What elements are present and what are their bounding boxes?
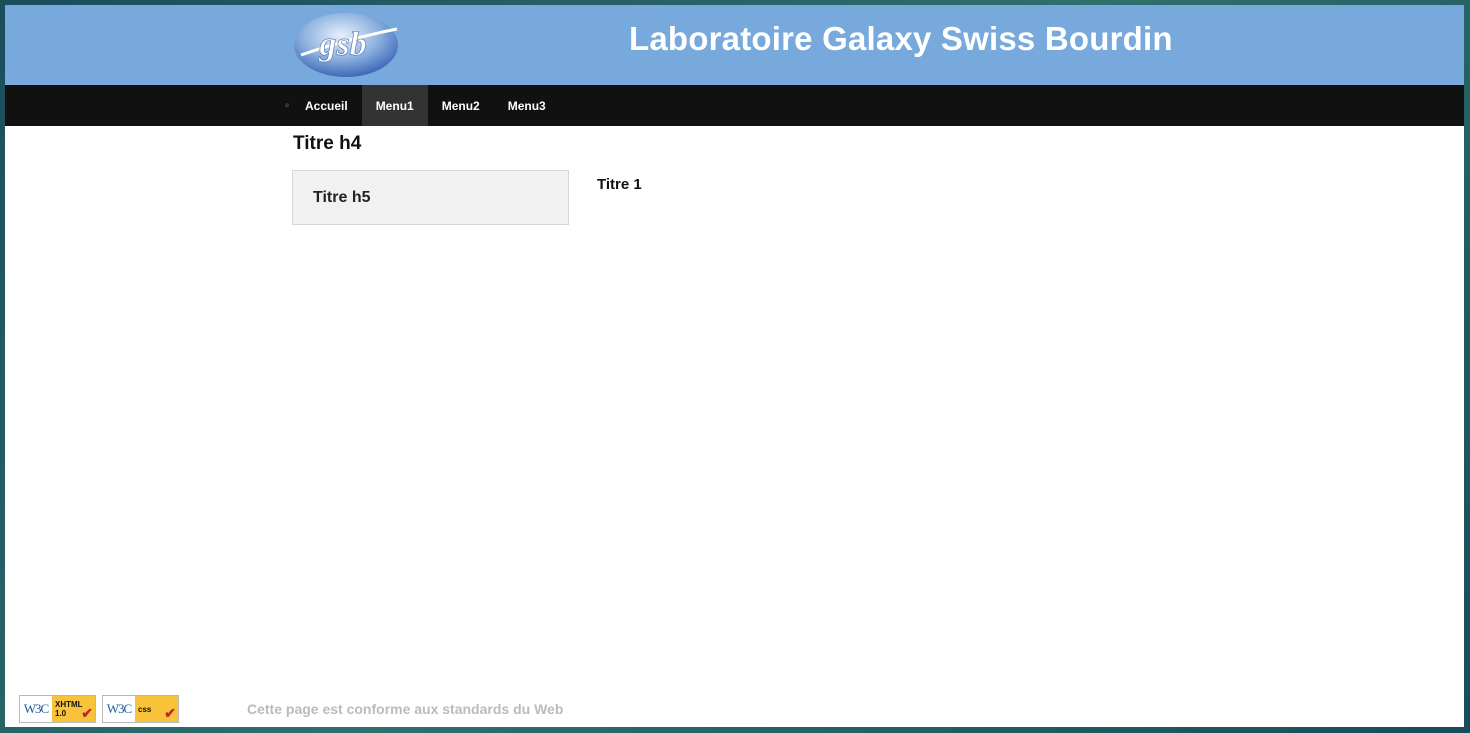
- check-mark-icon: ✔: [81, 705, 93, 721]
- w3c-xhtml-badge[interactable]: W3C XHTML 1.0 ✔: [19, 695, 96, 723]
- check-mark-icon: ✔: [164, 705, 176, 721]
- site-title: Laboratoire Galaxy Swiss Bourdin: [629, 20, 1173, 57]
- w3c-css-badge[interactable]: W3C css ✔: [102, 695, 179, 723]
- bullet-icon: ●: [283, 100, 291, 111]
- nav-item-menu3[interactable]: Menu3: [494, 85, 560, 126]
- gsb-logo[interactable]: gsb: [291, 9, 401, 79]
- w3c-logo: W3C: [23, 701, 49, 716]
- nav-item-menu2[interactable]: Menu2: [428, 85, 494, 126]
- browser-page: gsb Laboratoire Galaxy Swiss Bourdin ● A…: [5, 5, 1464, 727]
- site-header: gsb Laboratoire Galaxy Swiss Bourdin: [5, 5, 1464, 85]
- logo-text: gsb: [318, 26, 366, 63]
- w3c-logo: W3C: [106, 701, 132, 716]
- sidebar-panel: Titre h5: [292, 170, 569, 225]
- page-footer: W3C XHTML 1.0 ✔ W3C css ✔ Cette page est…: [5, 691, 1464, 727]
- nav-item-accueil[interactable]: Accueil: [298, 85, 362, 126]
- nav-item-menu1[interactable]: Menu1: [361, 85, 428, 126]
- sidebar-title: Titre h5: [313, 189, 371, 206]
- content-title: Titre 1: [597, 176, 642, 193]
- page-heading: Titre h4: [293, 133, 362, 154]
- footer-text: Cette page est conforme aux standards du…: [247, 701, 564, 717]
- main-navigation: ● Accueil Menu1 Menu2 Menu3: [5, 85, 1464, 126]
